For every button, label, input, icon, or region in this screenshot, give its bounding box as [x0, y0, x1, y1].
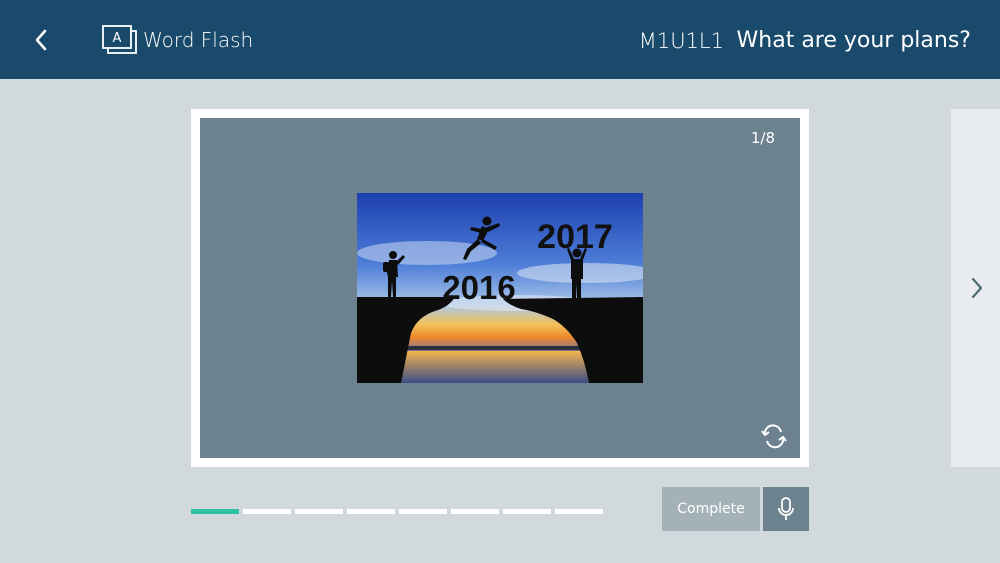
progress-segment	[399, 509, 447, 514]
flip-arrows-icon[interactable]	[759, 423, 789, 449]
card-illustration: 2016 2017	[357, 193, 643, 383]
lesson-code: M1U1L1	[638, 29, 724, 53]
horizon	[397, 346, 607, 350]
microphone-icon	[778, 497, 794, 520]
flashcard[interactable]: 1/8 2016 2017	[200, 118, 800, 458]
progress-segment	[191, 509, 239, 514]
logo-letter: A	[113, 31, 122, 46]
progress-segment	[347, 509, 395, 514]
microphone-button[interactable]	[763, 487, 809, 531]
word-flash-logo-icon: A	[102, 25, 137, 54]
year-left: 2016	[442, 269, 515, 306]
next-card-panel[interactable]	[951, 109, 1000, 467]
progress-segment	[295, 509, 343, 514]
card-counter: 1/8	[750, 129, 775, 147]
progress-segment	[243, 509, 291, 514]
top-bar: A Word Flash M1U1L1 What are your plans?	[0, 0, 1000, 79]
lesson-title: What are your plans?	[736, 28, 971, 53]
progress-segment	[451, 509, 499, 514]
back-button[interactable]	[26, 25, 56, 55]
complete-button[interactable]: Complete	[662, 487, 760, 531]
flashcard-frame: 1/8 2016 2017	[191, 109, 809, 467]
year-right: 2017	[537, 218, 613, 256]
progress-bar	[191, 509, 603, 514]
chevron-right-icon[interactable]	[967, 275, 987, 301]
app-title: Word Flash	[143, 28, 254, 52]
card-image: 2016 2017	[357, 193, 643, 383]
progress-segment	[555, 509, 603, 514]
chevron-left-icon	[35, 29, 47, 51]
progress-segment	[503, 509, 551, 514]
